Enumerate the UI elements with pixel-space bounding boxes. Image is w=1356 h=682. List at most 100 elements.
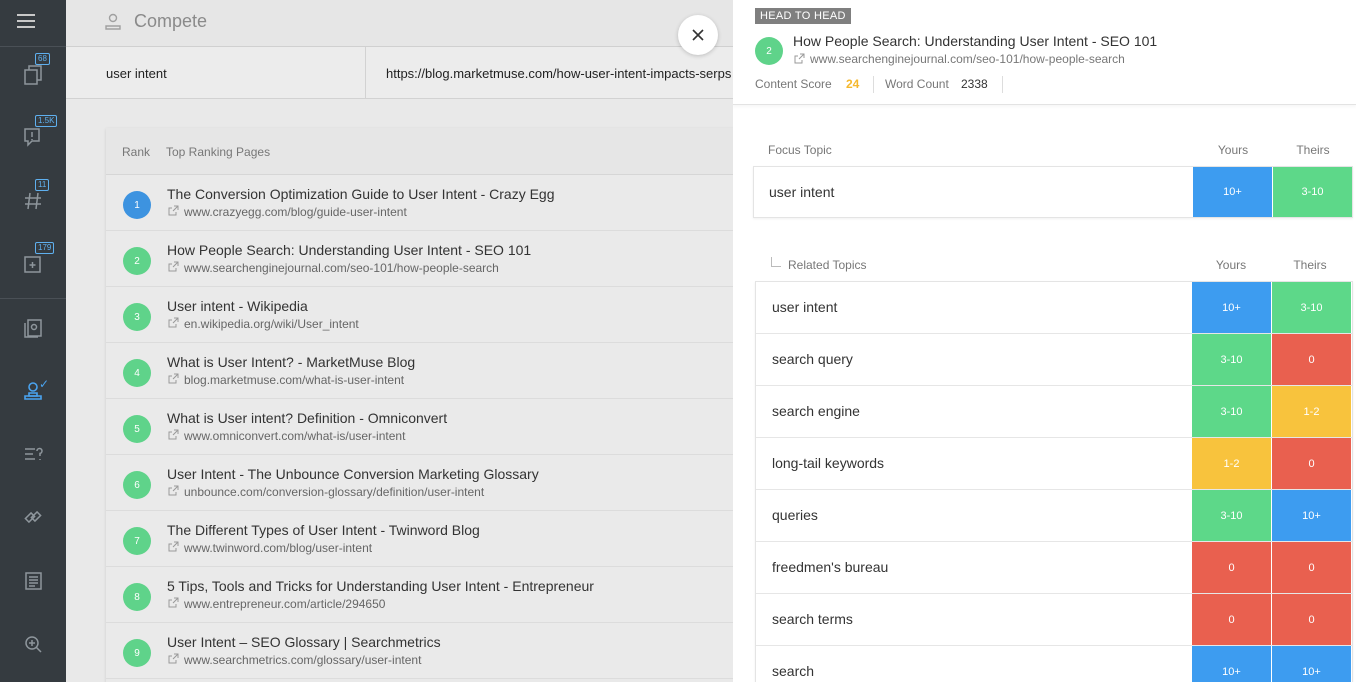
- research-icon: [24, 319, 42, 338]
- check-icon: ✓: [39, 377, 50, 391]
- related-topic-row[interactable]: search query 3-10 0: [756, 334, 1353, 386]
- nav-badge: 179: [35, 242, 55, 254]
- table-row[interactable]: 4 What is User Intent? - MarketMuse Blog b…: [106, 343, 746, 399]
- page-title: Compete: [134, 11, 208, 31]
- table-row[interactable]: 2 How People Search: Understanding User I…: [106, 231, 746, 287]
- page-url[interactable]: www.searchenginejournal.com/seo-101/how-…: [184, 261, 499, 275]
- metric-divider: [1002, 76, 1003, 93]
- external-link-icon[interactable]: [168, 653, 179, 664]
- table-row[interactable]: 5 What is User intent? Definition - Omnic…: [106, 399, 746, 455]
- table-row[interactable]: 9 User Intent – SEO Glossary | Searchmetr…: [106, 623, 746, 679]
- nav-newspaper[interactable]: [0, 561, 66, 601]
- page-url[interactable]: www.entrepreneur.com/article/294650: [184, 597, 385, 611]
- topic-name: queries: [772, 507, 818, 523]
- nav-connect[interactable]: [0, 497, 66, 537]
- table-row[interactable]: 6 User Intent - The Unbounce Conversion M…: [106, 455, 746, 511]
- page-url[interactable]: en.wikipedia.org/wiki/User_intent: [184, 317, 359, 331]
- external-link-icon[interactable]: [168, 597, 179, 608]
- related-topic-row[interactable]: search engine 3-10 1-2: [756, 386, 1353, 438]
- rank-badge: 8: [123, 583, 151, 611]
- pages-column-header: Top Ranking Pages: [166, 145, 271, 159]
- theirs-count: 10+: [1272, 490, 1351, 541]
- nav-hashtag[interactable]: 11: [0, 179, 66, 221]
- theirs-count: 1-2: [1272, 386, 1351, 437]
- table-row[interactable]: 1 The Conversion Optimization Guide to Us…: [106, 175, 746, 231]
- metric-divider: [873, 76, 874, 93]
- page-title-link[interactable]: User intent - Wikipedia: [167, 298, 308, 314]
- newspaper-icon: [25, 572, 42, 590]
- nav-optimize-search[interactable]: [0, 624, 66, 664]
- nav-compete[interactable]: ✓: [0, 371, 66, 411]
- rank-badge: 7: [123, 527, 151, 555]
- theirs-column-header: Theirs: [1296, 143, 1330, 157]
- focus-topic-label: Focus Topic: [768, 143, 832, 157]
- yours-count: 3-10: [1192, 490, 1271, 541]
- table-row[interactable]: 8 5 Tips, Tools and Tricks for Understand…: [106, 567, 746, 623]
- page-title-link[interactable]: What is User Intent? - MarketMuse Blog: [167, 354, 415, 370]
- page-url[interactable]: unbounce.com/conversion-glossary/definit…: [184, 485, 484, 499]
- url-input[interactable]: https://blog.marketmuse.com/how-user-int…: [366, 47, 766, 99]
- page-title-link[interactable]: User Intent - The Unbounce Conversion Ma…: [167, 466, 539, 482]
- sidebar-divider: [0, 298, 66, 299]
- theirs-count: 0: [1272, 334, 1351, 385]
- external-link-icon[interactable]: [168, 261, 179, 272]
- connect-icon: [24, 510, 42, 524]
- external-link-icon[interactable]: [168, 485, 179, 496]
- page-title-link[interactable]: The Conversion Optimization Guide to Use…: [167, 186, 555, 202]
- external-link-icon[interactable]: [168, 541, 179, 552]
- related-topic-row[interactable]: queries 3-10 10+: [756, 490, 1353, 542]
- related-topic-row[interactable]: user intent 10+ 3-10: [756, 282, 1353, 334]
- related-topic-row[interactable]: freedmen's bureau 0 0: [756, 542, 1353, 594]
- nav-research[interactable]: [0, 308, 66, 348]
- topic-name: long-tail keywords: [772, 455, 885, 471]
- nav-questions[interactable]: [0, 434, 66, 474]
- keyword-input[interactable]: user intent: [66, 47, 366, 99]
- external-link-icon[interactable]: [168, 373, 179, 384]
- yours-count: 10+: [1192, 282, 1271, 333]
- rank-badge: 2: [755, 37, 783, 65]
- yours-count: 1-2: [1192, 438, 1271, 489]
- rank-badge: 9: [123, 639, 151, 667]
- rank-badge: 1: [123, 191, 151, 219]
- tree-connector: [771, 257, 781, 267]
- competitor-url[interactable]: www.searchenginejournal.com/seo-101/how-…: [810, 52, 1125, 66]
- optimize-search-icon: [25, 636, 42, 653]
- table-row[interactable]: 7 The Different Types of User Intent - Tw…: [106, 511, 746, 567]
- theirs-count: 3-10: [1272, 282, 1351, 333]
- nav-badge: 68: [35, 53, 50, 65]
- external-link-icon[interactable]: [794, 53, 805, 64]
- page-title-link[interactable]: User Intent – SEO Glossary | Searchmetri…: [167, 634, 441, 650]
- related-topic-row[interactable]: search terms 0 0: [756, 594, 1353, 646]
- related-topic-row[interactable]: long-tail keywords 1-2 0: [756, 438, 1353, 490]
- page-title-link[interactable]: 5 Tips, Tools and Tricks for Understandi…: [167, 578, 594, 594]
- close-button[interactable]: [678, 15, 718, 55]
- page-url[interactable]: blog.marketmuse.com/what-is-user-intent: [184, 373, 404, 387]
- page-url[interactable]: www.crazyegg.com/blog/guide-user-intent: [184, 205, 407, 219]
- page-url[interactable]: www.searchmetrics.com/glossary/user-inte…: [184, 653, 421, 667]
- nav-add-document[interactable]: 179: [0, 242, 66, 284]
- theirs-count: 10+: [1272, 646, 1351, 682]
- page-title-link[interactable]: The Different Types of User Intent - Twi…: [167, 522, 480, 538]
- related-topic-row[interactable]: search 10+ 10+: [756, 646, 1353, 682]
- page-url[interactable]: www.omniconvert.com/what-is/user-intent: [184, 429, 405, 443]
- page-title-link[interactable]: What is User intent? Definition - Omnico…: [167, 410, 447, 426]
- page-title-link[interactable]: How People Search: Understanding User In…: [167, 242, 531, 258]
- rank-badge: 5: [123, 415, 151, 443]
- documents-icon: [24, 65, 42, 85]
- external-link-icon[interactable]: [168, 317, 179, 328]
- page-url[interactable]: www.twinword.com/blog/user-intent: [184, 541, 372, 555]
- menu-icon[interactable]: [17, 14, 35, 28]
- rank-badge: 6: [123, 471, 151, 499]
- content-score-label: Content Score: [755, 77, 832, 91]
- table-row[interactable]: 3 User intent - Wikipedia en.wikipedia.org…: [106, 287, 746, 343]
- rank-badge: 3: [123, 303, 151, 331]
- nav-comments[interactable]: 1.5K: [0, 115, 66, 157]
- nav-documents[interactable]: 68: [0, 53, 66, 95]
- close-icon: [692, 29, 704, 41]
- panel-header: HEAD TO HEAD 2 How People Search: Unders…: [733, 0, 1356, 105]
- external-link-icon[interactable]: [168, 205, 179, 216]
- comments-icon: [24, 128, 40, 147]
- topic-name: search terms: [772, 611, 853, 627]
- yours-count: 10+: [1192, 646, 1271, 682]
- external-link-icon[interactable]: [168, 429, 179, 440]
